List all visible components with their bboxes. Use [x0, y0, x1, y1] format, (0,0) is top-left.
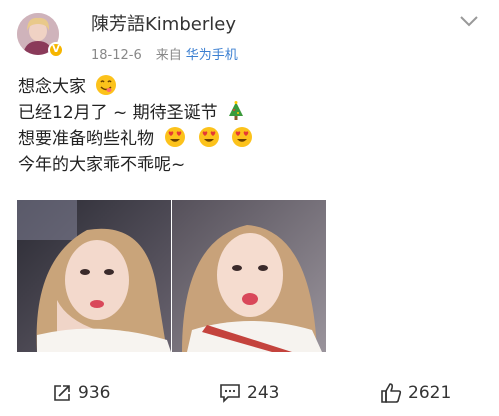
post-line: 想念大家 — [18, 74, 254, 100]
from-label: 来自 — [155, 48, 182, 63]
username[interactable]: 陳芳語Kimberley — [91, 10, 236, 36]
thumbs-up-icon — [381, 383, 402, 403]
source-device-link[interactable]: 华为手机 — [186, 48, 238, 63]
action-bar: 936 243 2621 — [0, 372, 499, 416]
post-header: V 陳芳語Kimberley 18-12-6 来自 华为手机 — [0, 0, 499, 66]
photo-selfie-icon — [172, 200, 326, 352]
chevron-down-icon[interactable] — [458, 14, 480, 28]
post-line: 今年的大家乖不乖呢~ — [18, 152, 254, 178]
repost-count: 936 — [78, 383, 111, 403]
verified-v-icon: V — [48, 42, 64, 58]
post-date: 18-12-6 — [91, 48, 142, 63]
post-photo-2[interactable] — [172, 200, 326, 352]
photo-selfie-icon — [17, 200, 171, 352]
post-line-text: 想念大家 — [18, 77, 86, 97]
heart-eyes-icon — [165, 127, 186, 147]
comment-icon — [220, 384, 240, 403]
comment-count: 243 — [247, 383, 280, 403]
post-line-text: 已经12月了 ~ 期待圣诞节 — [18, 103, 218, 123]
post-line-text: 想要准备哟些礼物 — [18, 129, 154, 149]
repost-icon — [54, 385, 70, 401]
post-line-text: 今年的大家乖不乖呢~ — [18, 155, 186, 175]
repost-button[interactable]: 936 — [52, 378, 110, 408]
post-text: 想念大家 已经12月了 ~ 期待圣诞节 想要准备哟些礼物 今年的大家乖不乖呢~ — [18, 74, 254, 178]
comment-button[interactable]: 243 — [219, 378, 279, 408]
like-button[interactable]: 2621 — [380, 378, 451, 408]
post-meta: 18-12-6 来自 华为手机 — [91, 44, 238, 63]
post-line: 想要准备哟些礼物 — [18, 126, 254, 152]
heart-eyes-icon — [198, 127, 219, 147]
post-line: 已经12月了 ~ 期待圣诞节 — [18, 100, 254, 126]
post-photo-1[interactable] — [17, 200, 171, 352]
yum-face-icon — [96, 75, 117, 95]
christmas-tree-icon — [229, 101, 244, 120]
like-count: 2621 — [408, 383, 452, 403]
heart-eyes-icon — [232, 127, 253, 147]
